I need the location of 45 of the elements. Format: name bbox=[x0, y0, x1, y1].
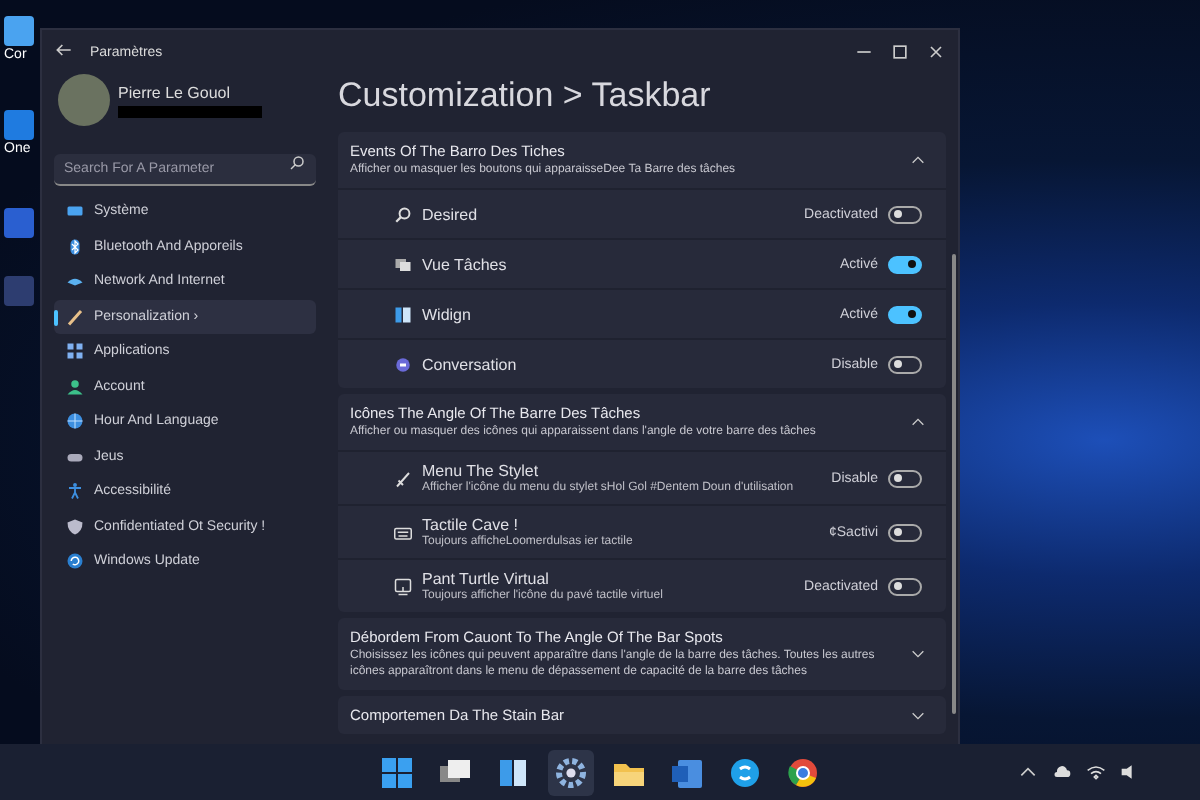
task-view-icon bbox=[394, 255, 412, 274]
setting-label: Conversation bbox=[422, 355, 519, 374]
maximize-icon bbox=[890, 42, 910, 62]
redacted-bar bbox=[118, 105, 262, 117]
chevron-icon[interactable] bbox=[910, 414, 926, 431]
shield-icon bbox=[66, 517, 84, 536]
touchpad-icon bbox=[394, 577, 412, 596]
bluetooth-icon bbox=[66, 237, 84, 256]
toggle-switch[interactable] bbox=[888, 523, 922, 542]
widgets-icon bbox=[394, 305, 412, 324]
page-title: Customization > Taskbar bbox=[338, 74, 713, 118]
chevron-icon[interactable] bbox=[910, 646, 926, 663]
toggle-switch[interactable] bbox=[888, 469, 922, 488]
chevron-icon[interactable] bbox=[910, 152, 926, 169]
close-icon bbox=[926, 42, 946, 62]
avatar-circle bbox=[58, 74, 110, 126]
toggle-switch[interactable] bbox=[888, 255, 922, 274]
brush-icon bbox=[66, 307, 84, 326]
pen-icon bbox=[394, 469, 412, 488]
search-icon bbox=[394, 205, 412, 224]
gear-icon[interactable] bbox=[548, 749, 594, 795]
scrollbar[interactable] bbox=[952, 254, 956, 714]
chevron-icon[interactable] bbox=[910, 707, 926, 724]
keyboard-icon bbox=[394, 523, 412, 542]
user-name: Pierre Le Gouol bbox=[118, 83, 233, 101]
toggle-switch[interactable] bbox=[888, 355, 922, 374]
sync-icon bbox=[66, 552, 84, 571]
chat-icon bbox=[394, 355, 412, 374]
toggle-switch[interactable] bbox=[888, 205, 922, 224]
setting-label: Vue Tâches bbox=[422, 255, 509, 274]
wifi-icon bbox=[1086, 762, 1106, 782]
person-icon bbox=[66, 377, 84, 396]
setting-label: Desired bbox=[422, 205, 480, 224]
setting-label: Pant Turtle Virtual bbox=[422, 570, 551, 589]
search-icon bbox=[288, 153, 306, 171]
apps-icon bbox=[66, 342, 84, 361]
accessibility-icon bbox=[66, 482, 84, 501]
toggle-switch[interactable] bbox=[888, 577, 922, 596]
monitor-icon bbox=[66, 202, 84, 221]
setting-label: Tactile Cave ! bbox=[422, 516, 521, 535]
globe-icon bbox=[66, 412, 84, 431]
toggle-switch[interactable] bbox=[888, 305, 922, 324]
cloud-icon bbox=[1052, 762, 1072, 782]
setting-label: Widign bbox=[422, 305, 473, 324]
setting-label: Menu The Stylet bbox=[422, 462, 541, 481]
